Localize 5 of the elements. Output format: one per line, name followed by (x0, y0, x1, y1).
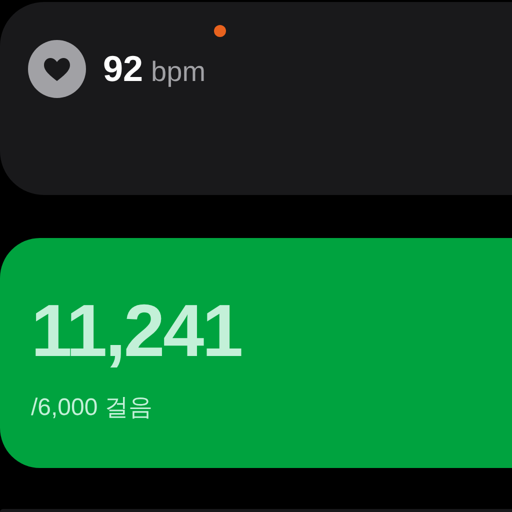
heart-rate-value: 92 (103, 51, 144, 87)
heart-rate-card[interactable]: 92 bpm (0, 2, 512, 195)
step-goal: /6,000 걸음 (31, 396, 154, 420)
heart-rate-unit: bpm (151, 58, 206, 86)
step-count: 11,241 (31, 294, 242, 368)
